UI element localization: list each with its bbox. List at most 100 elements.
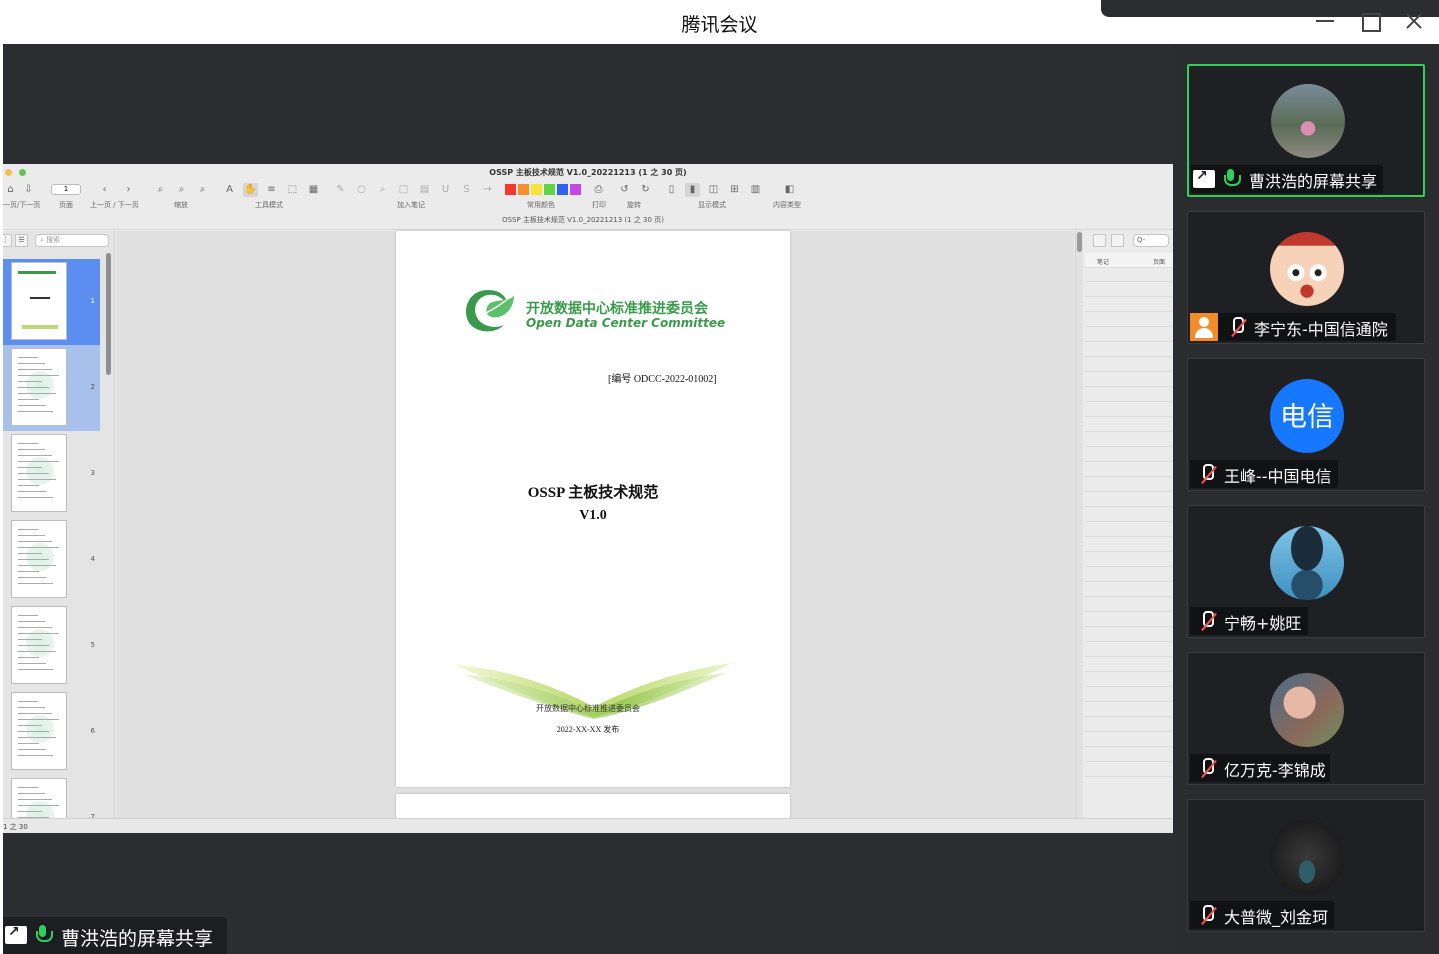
color-swatch[interactable] (505, 184, 516, 195)
notes-row-divider (1085, 761, 1173, 762)
thumbnail-page (11, 434, 67, 512)
maximize-icon[interactable] (1357, 8, 1383, 34)
notes-search-input[interactable]: Q- (1133, 234, 1169, 247)
zoom-in-icon[interactable]: ⌕ (195, 183, 210, 197)
single-page-icon[interactable]: ▯ (664, 183, 679, 197)
notes-row-divider (1085, 626, 1173, 627)
thumbnail-item[interactable]: 5 (3, 603, 100, 689)
thumbnail-item[interactable]: 3 (3, 431, 100, 517)
continuous-page-icon[interactable]: ▮ (685, 183, 700, 197)
chevron-left-icon[interactable]: ‹ (97, 183, 112, 197)
participant-tile[interactable]: 李宁东-中国信通院 (1187, 211, 1425, 344)
search-note-icon[interactable]: ⌕ (375, 183, 390, 197)
rotate-left-icon[interactable]: ↺ (617, 183, 632, 197)
notes-row-divider (1085, 506, 1173, 507)
notes-row-divider (1085, 536, 1173, 537)
screen-share-name-tag: 曹洪浩的屏幕共享 (3, 917, 227, 954)
two-page-continuous-icon[interactable]: ⊞ (727, 183, 742, 197)
thumbnail-search-input[interactable]: ⌕ 搜索 (35, 234, 109, 247)
mic-muted-icon (1198, 905, 1216, 925)
underline-icon[interactable]: U (438, 183, 453, 197)
pdf-status-bar: 1 之 30 (3, 818, 1173, 833)
notes-row-divider (1085, 476, 1173, 477)
page-number-input[interactable]: 1 (51, 184, 81, 195)
thumbnail-item[interactable]: 7 (3, 775, 100, 818)
color-swatch[interactable] (570, 184, 581, 195)
name-tag: 大普微_刘金珂 (1190, 901, 1334, 929)
notes-row-divider (1085, 686, 1173, 687)
avatar (1270, 820, 1344, 894)
share-tag-label: 曹洪浩的屏幕共享 (61, 928, 214, 950)
thumbnail-page (11, 520, 67, 598)
notes-row-divider (1085, 341, 1173, 342)
participant-tile[interactable]: 宁畅+姚旺 (1187, 505, 1425, 638)
floating-toolbar-tab[interactable] (1101, 0, 1439, 17)
text-select-icon[interactable]: A (222, 183, 237, 197)
rotate-right-icon[interactable]: ↻ (638, 183, 653, 197)
print-icon[interactable]: ⎙ (591, 183, 606, 197)
marquee-tool-icon[interactable]: ⬚ (285, 183, 300, 197)
close-icon[interactable] (1401, 8, 1427, 34)
book-mode-icon[interactable]: ▥ (748, 183, 763, 197)
participant-name: 王峰--中国电信 (1224, 467, 1332, 486)
display-mode-label: 显示模式 (698, 201, 726, 209)
participant-tile[interactable]: 亿万克-李锦成 (1187, 652, 1425, 785)
hand-tool-icon[interactable]: ✋ (243, 183, 258, 197)
thumbnail-item[interactable]: 6 (3, 689, 100, 775)
avatar: 电信 (1270, 379, 1344, 453)
tencent-meeting-window: 腾讯会议 OSSP 主板技术规范 V1.0_20221213 (1 之 30 页… (0, 0, 1439, 954)
notes-row-divider (1085, 671, 1173, 672)
download-icon[interactable]: ⇩ (21, 183, 36, 197)
strikethrough-icon[interactable]: S (459, 183, 474, 197)
document-version: V1.0 (579, 508, 607, 523)
participant-tile[interactable]: 曹洪浩的屏幕共享 (1187, 64, 1425, 197)
chevron-right-icon[interactable]: › (121, 183, 136, 197)
zoom-out-icon[interactable]: ⌕ (174, 183, 189, 197)
pen-icon[interactable]: ✎ (333, 183, 348, 197)
minimize-icon[interactable] (1312, 8, 1338, 34)
avatar-text: 电信 (1280, 402, 1334, 433)
color-swatch[interactable] (557, 184, 568, 195)
list-view-icon[interactable]: ☰ (15, 234, 28, 247)
notes-row-divider (1085, 416, 1173, 417)
thumbnail-page-number: 6 (90, 727, 95, 735)
two-page-icon[interactable]: ◫ (706, 183, 721, 197)
thumbnail-scrollbar[interactable] (106, 253, 111, 375)
participant-name: 宁畅+姚旺 (1224, 614, 1302, 633)
thumbnail-view-icon[interactable]: ⋮ (3, 234, 12, 247)
scrollbar-thumb[interactable] (1077, 232, 1082, 252)
zoom-label: 缩放 (174, 201, 188, 209)
color-swatch[interactable] (531, 184, 542, 195)
color-swatch[interactable] (544, 184, 555, 195)
comment-icon[interactable]: ○ (354, 183, 369, 197)
thumbnail-item[interactable]: 2 (3, 345, 100, 431)
rotate-label: 旋转 (627, 201, 641, 209)
mic-muted-icon (1198, 464, 1216, 484)
box-note-icon[interactable]: □ (396, 183, 411, 197)
document-date: 2022-XX-XX 发布 (556, 725, 620, 734)
zoom-fit-icon[interactable]: ⌕ (153, 183, 168, 197)
participant-tile[interactable]: 电信 王峰--中国电信 (1187, 358, 1425, 491)
highlight-icon[interactable]: ▤ (417, 183, 432, 197)
document-publisher: 开放数据中心标准推进委员会 (536, 704, 640, 713)
arrow-note-icon[interactable]: → (480, 183, 495, 197)
mic-muted-icon (1198, 758, 1216, 778)
sidebar-toggle-icon[interactable]: ◧ (782, 183, 797, 197)
name-tag: 亿万克-李锦成 (1190, 754, 1330, 782)
thumbnail-page-number: 1 (90, 297, 95, 305)
document-scrollbar[interactable] (1076, 231, 1083, 818)
participant-tile[interactable]: 大普微_刘金珂 (1187, 799, 1425, 932)
notes-row-divider (1085, 641, 1173, 642)
shared-pdf-viewer[interactable]: OSSP 主板技术规范 V1.0_20221213 (1 之 30 页) ⌂ ⇩… (3, 164, 1173, 833)
scroll-tool-icon[interactable]: ≡ (264, 183, 279, 197)
document-view[interactable]: 开放数据中心标准推进委员会 Open Data Center Committee… (116, 231, 1074, 833)
color-swatch[interactable] (518, 184, 529, 195)
notes-outline-icon[interactable] (1111, 234, 1124, 247)
home-icon[interactable]: ⌂ (3, 183, 18, 197)
thumbnail-item[interactable]: 1 (3, 259, 100, 345)
thumbnail-item[interactable]: 4 (3, 517, 100, 603)
thumbnail-page (11, 692, 67, 770)
table-tool-icon[interactable]: ▦ (306, 183, 321, 197)
content-type-label: 内容类型 (773, 201, 801, 209)
notes-list-icon[interactable] (1093, 234, 1106, 247)
